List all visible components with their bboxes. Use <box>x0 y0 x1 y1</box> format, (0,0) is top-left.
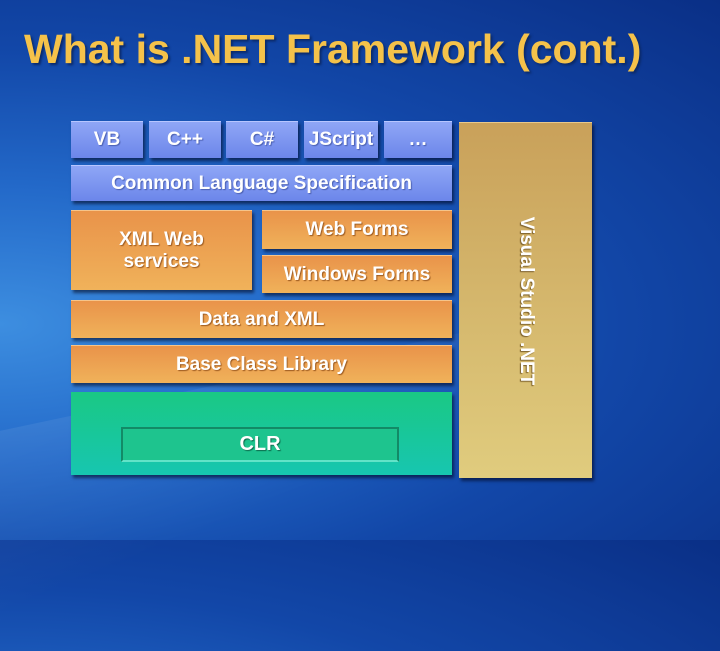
web-forms-block: Web Forms <box>262 210 452 249</box>
language-csharp: C# <box>226 121 298 158</box>
language-more: … <box>384 121 452 158</box>
runtime-layer: CLR <box>71 392 452 475</box>
clr-block: CLR <box>121 427 399 462</box>
cls-layer: Common Language Specification <box>71 165 452 201</box>
windows-forms-block: Windows Forms <box>262 255 452 293</box>
slide-title: What is .NET Framework (cont.) <box>24 26 642 72</box>
base-class-library-layer: Base Class Library <box>71 345 452 383</box>
language-jscript: JScript <box>304 121 378 158</box>
language-cpp: C++ <box>149 121 221 158</box>
data-xml-layer: Data and XML <box>71 300 452 338</box>
language-vb: VB <box>71 121 143 158</box>
visual-studio-block: Visual Studio .NET <box>459 122 592 478</box>
xml-web-services-block: XML Web services <box>71 210 252 290</box>
visual-studio-label: Visual Studio .NET <box>515 216 537 385</box>
